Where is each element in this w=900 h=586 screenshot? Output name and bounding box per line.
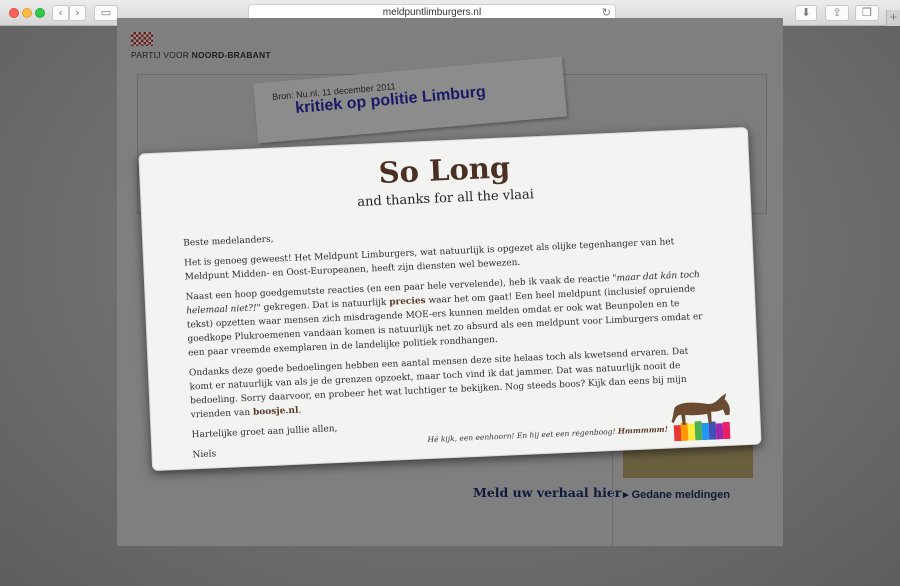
close-window-button[interactable]	[9, 8, 19, 18]
unicorn-rainbow-icon	[671, 393, 731, 442]
url-text: meldpuntlimburgers.nl	[382, 7, 482, 18]
download-icon[interactable]: ⬇	[795, 5, 817, 21]
forward-icon[interactable]: ›	[69, 5, 86, 21]
report-story-link[interactable]: Meld uw verhaal hier	[473, 485, 621, 500]
brand-prefix: PARTIJ VOOR	[131, 50, 190, 60]
boosje-link[interactable]: boosje.nl	[253, 406, 299, 418]
zoom-window-button[interactable]	[35, 8, 45, 18]
sidebar-link-label: Gedane meldingen	[631, 489, 730, 501]
sidebar-link-gedane-meldingen[interactable]: ▸ Gedane meldingen	[623, 488, 730, 501]
brand-name: NOORD-BRABANT	[191, 50, 271, 60]
precies-highlight: precies	[389, 296, 426, 308]
logo-icon	[131, 32, 153, 46]
tabs-icon[interactable]: ❐	[855, 5, 879, 21]
sidebar-icon[interactable]: ▭	[94, 5, 118, 21]
brand: PARTIJ VOOR NOORD-BRABANT	[131, 50, 271, 60]
new-tab-button[interactable]: +	[886, 10, 900, 26]
farewell-modal: So Long and thanks for all the vlaai Bes…	[138, 126, 762, 472]
minimize-window-button[interactable]	[22, 8, 32, 18]
back-icon[interactable]: ‹	[52, 5, 69, 21]
share-icon[interactable]: ⇪	[825, 5, 849, 21]
